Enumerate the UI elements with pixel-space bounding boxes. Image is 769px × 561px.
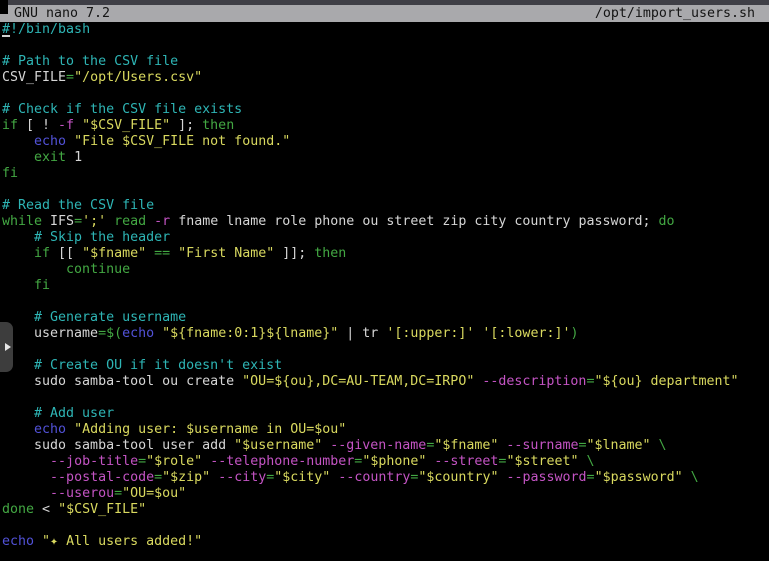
code-line: exit 1 [2, 150, 769, 166]
code-line: echo "File $CSV_FILE not found." [2, 134, 769, 150]
code-line: fi [2, 166, 769, 182]
editor-content[interactable]: #!/bin/bash # Path to the CSV fileCSV_FIL… [2, 22, 769, 561]
code-line: if [ ! -f "$CSV_FILE" ]; then [2, 118, 769, 134]
chevron-right-icon [5, 343, 11, 351]
code-line: echo "Adding user: $username in OU=$ou" [2, 422, 769, 438]
code-line [2, 86, 769, 102]
nano-version: GNU nano 7.2 [14, 6, 110, 22]
cursor: # [2, 22, 10, 37]
code-line: # Generate username [2, 310, 769, 326]
code-line: # Check if the CSV file exists [2, 102, 769, 118]
code-line: username=$(echo "${fname:0:1}${lname}" |… [2, 326, 769, 342]
code-line: while IFS=';' read -r fname lname role p… [2, 214, 769, 230]
code-line: --job-title="$role" --telephone-number="… [2, 454, 769, 470]
code-line: # Skip the header [2, 230, 769, 246]
code-line [2, 342, 769, 358]
code-line [2, 390, 769, 406]
code-line: if [[ "$fname" == "First Name" ]]; then [2, 246, 769, 262]
code-line: # Read the CSV file [2, 198, 769, 214]
code-line: echo "✦ All users added!" [2, 534, 769, 550]
nano-title-bar: GNU nano 7.2 /opt/import_users.sh [0, 5, 769, 22]
code-line: # Create OU if it doesn't exist [2, 358, 769, 374]
code-line: CSV_FILE="/opt/Users.csv" [2, 70, 769, 86]
code-line: --userou="OU=$ou" [2, 486, 769, 502]
code-line [2, 182, 769, 198]
corner-notch [0, 0, 8, 14]
terminal-window: GNU nano 7.2 /opt/import_users.sh #!/bin… [0, 0, 769, 561]
code-line [2, 38, 769, 54]
code-line [2, 294, 769, 310]
code-line [2, 518, 769, 534]
file-path: /opt/import_users.sh [595, 6, 755, 22]
code-line: done < "$CSV_FILE" [2, 502, 769, 518]
code-line: fi [2, 278, 769, 294]
code-line: #!/bin/bash [2, 22, 769, 38]
side-panel-handle[interactable] [0, 322, 13, 372]
code-line: continue [2, 262, 769, 278]
code-line: sudo samba-tool ou create "OU=${ou},DC=A… [2, 374, 769, 390]
code-line: # Add user [2, 406, 769, 422]
code-line: # Path to the CSV file [2, 54, 769, 70]
code-line: sudo samba-tool user add "$username" --g… [2, 438, 769, 454]
code-line: --postal-code="$zip" --city="$city" --co… [2, 470, 769, 486]
